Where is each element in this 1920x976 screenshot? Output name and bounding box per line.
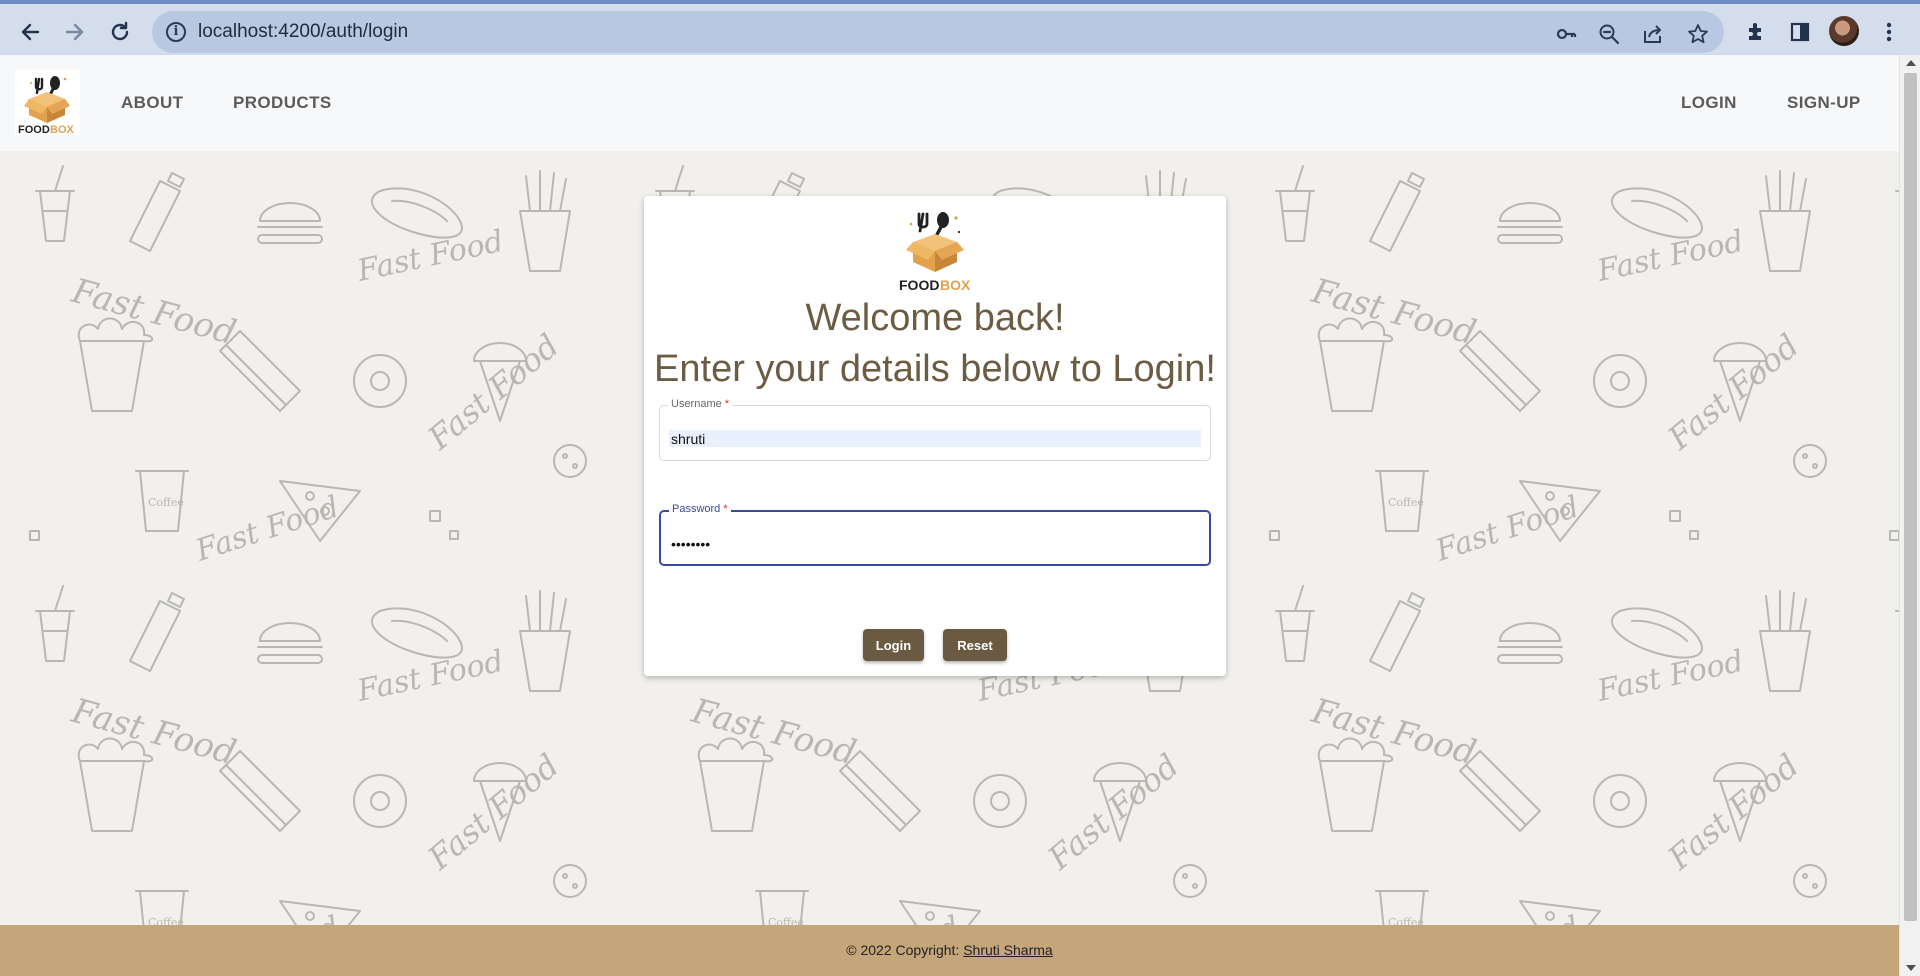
- nav-login-link[interactable]: LOGIN: [1681, 93, 1737, 113]
- welcome-heading: Welcome back!: [805, 297, 1065, 339]
- side-panel-icon[interactable]: [1785, 17, 1815, 47]
- site-info-icon[interactable]: i: [166, 22, 186, 42]
- login-subtitle: Enter your details below to Login!: [654, 348, 1216, 390]
- password-label: Password *: [669, 503, 731, 515]
- address-bar[interactable]: i localhost:4200/auth/login: [152, 11, 1724, 53]
- logo-box-text: BOX: [50, 124, 75, 135]
- nav-products-link[interactable]: PRODUCTS: [233, 93, 332, 113]
- footer-copyright: © 2022 Copyright:: [846, 942, 960, 958]
- card-logo-box-text: BOX: [940, 277, 971, 292]
- scroll-down-arrow-icon[interactable]: [1906, 965, 1916, 971]
- extensions-icon[interactable]: [1741, 17, 1771, 47]
- menu-kebab-icon[interactable]: [1874, 17, 1904, 47]
- username-input[interactable]: [669, 430, 1201, 447]
- star-icon[interactable]: [1687, 23, 1709, 45]
- scroll-up-arrow-icon[interactable]: [1906, 60, 1916, 66]
- username-label: Username *: [668, 398, 733, 410]
- page-scrollbar[interactable]: [1899, 55, 1920, 976]
- card-logo-food-text: FOOD: [899, 277, 939, 292]
- forward-arrow-icon[interactable]: [60, 17, 90, 47]
- password-input[interactable]: [669, 535, 1201, 552]
- back-arrow-icon[interactable]: [15, 17, 45, 47]
- scrollbar-thumb[interactable]: [1904, 73, 1917, 921]
- login-card: FOOD BOX Welcome back! Enter your detail…: [644, 196, 1226, 676]
- app-navbar: FOOD BOX ABOUT PRODUCTS LOGIN SIGN-UP: [0, 55, 1899, 151]
- url-text[interactable]: localhost:4200/auth/login: [198, 21, 408, 43]
- reload-icon[interactable]: [105, 17, 135, 47]
- zoom-out-icon[interactable]: [1598, 23, 1620, 45]
- share-icon[interactable]: [1642, 23, 1664, 45]
- profile-avatar[interactable]: [1829, 16, 1859, 46]
- logo-food-text: FOOD: [18, 124, 50, 135]
- nav-about-link[interactable]: ABOUT: [121, 93, 183, 113]
- username-field[interactable]: Username *: [659, 398, 1211, 461]
- login-button[interactable]: Login: [863, 629, 924, 661]
- foodbox-card-logo: FOOD BOX: [897, 210, 973, 293]
- nav-signup-link[interactable]: SIGN-UP: [1787, 93, 1861, 113]
- page-footer: © 2022 Copyright: Shruti Sharma: [0, 925, 1899, 976]
- reset-button[interactable]: Reset: [943, 629, 1007, 661]
- footer-author-link[interactable]: Shruti Sharma: [963, 942, 1052, 958]
- browser-toolbar: i localhost:4200/auth/login: [0, 0, 1920, 55]
- key-icon[interactable]: [1555, 23, 1577, 45]
- foodbox-logo[interactable]: FOOD BOX: [15, 69, 80, 136]
- password-field[interactable]: Password *: [659, 503, 1211, 566]
